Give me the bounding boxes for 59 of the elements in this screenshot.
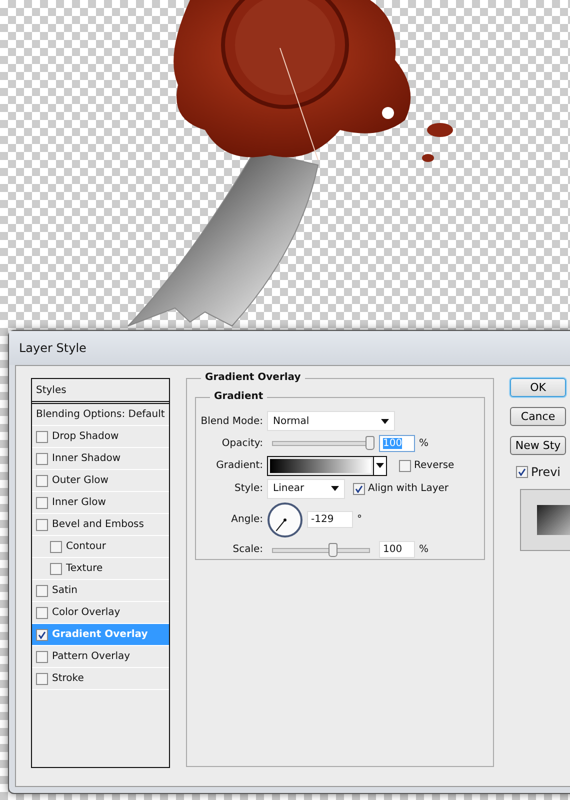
angle-field[interactable]: -129 [307,511,353,528]
dialog-button[interactable]: OK [510,378,566,397]
checkbox[interactable] [353,482,365,494]
style-list-item[interactable]: Drop Shadow [32,426,169,448]
field-label: Scale: [232,544,264,556]
caret-icon [331,486,339,491]
checkbox-label: Previ [531,465,561,479]
checkbox[interactable] [36,584,48,596]
checkbox[interactable] [50,562,62,574]
checkbox[interactable] [36,474,48,486]
angle-dial-icon[interactable] [267,502,303,538]
blend-mode-dropdown[interactable]: Normal [267,411,395,431]
caret-icon [376,463,384,468]
group-title: Gradient [210,391,268,402]
window-title: Layer Style [19,341,86,355]
checkbox[interactable] [36,628,48,640]
dialog-button[interactable]: New Sty [510,436,566,455]
checkbox[interactable] [36,650,48,662]
checkmark-icon [518,468,526,476]
section-title: Gradient Overlay [201,372,305,383]
checkbox[interactable] [36,672,48,684]
unit-label: ° [357,514,362,525]
field-label: Opacity: [220,438,264,449]
caret-icon [381,418,389,424]
checkbox[interactable] [50,540,62,552]
checkbox-label: Reverse [414,460,454,471]
style-list-item[interactable]: Stroke [32,668,169,690]
slider-thumb[interactable] [328,542,338,557]
style-dropdown[interactable]: Linear [267,478,345,498]
checkbox[interactable] [36,452,48,464]
style-list-item[interactable]: Pattern Overlay [32,646,169,668]
checkbox[interactable] [36,496,48,508]
checkmark-icon [38,630,46,638]
field-label: Blend Mode: [200,416,264,426]
checkbox[interactable] [36,518,48,530]
list-header: Styles [32,379,169,404]
style-list-item[interactable]: Texture [32,558,169,580]
checkbox[interactable] [36,430,48,442]
style-list-item[interactable]: Inner Shadow [32,448,169,470]
slider-thumb[interactable] [366,436,374,450]
style-list-item[interactable]: Satin [32,580,169,602]
gradient-picker[interactable] [267,456,387,476]
checkbox[interactable] [36,606,48,618]
style-list-item[interactable]: Blending Options: Default [32,404,169,426]
unit-label: % [419,544,429,556]
checkmark-icon [355,484,363,492]
field-label: Style: [234,483,264,494]
style-list-item[interactable]: Contour [32,536,169,558]
style-list-item[interactable]: Bevel and Emboss [32,514,169,536]
field-label: Angle: [230,514,264,525]
checkbox[interactable] [516,466,528,478]
number-field[interactable]: 100 [379,541,415,558]
checkbox-label: Align with Layer [368,483,449,494]
dialog-button[interactable]: Cance [510,407,566,426]
field-label: Gradient: [215,460,264,471]
style-list-item[interactable]: Outer Glow [32,470,169,492]
unit-label: % [419,438,429,449]
style-list-item[interactable]: Inner Glow [32,492,169,514]
checkbox[interactable] [399,460,411,472]
